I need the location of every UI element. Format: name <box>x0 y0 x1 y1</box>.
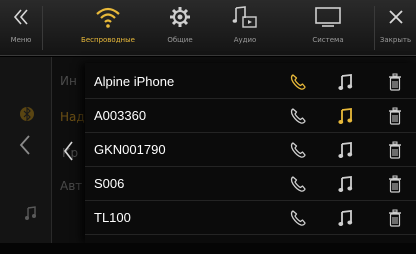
music-icon[interactable] <box>334 206 358 230</box>
tab-system[interactable]: Система <box>300 0 356 56</box>
phone-icon[interactable] <box>286 70 310 94</box>
monitor-icon <box>300 0 356 34</box>
close-icon <box>375 0 416 34</box>
menu-button[interactable]: Меню <box>0 0 42 56</box>
wireless-label: Беспроводные <box>81 36 135 44</box>
tab-audio[interactable]: Аудио <box>220 0 270 56</box>
music-icon[interactable] <box>334 138 358 162</box>
device-name: A003360 <box>94 108 147 123</box>
background-item: Ин <box>60 74 77 88</box>
general-label: Общие <box>167 36 193 44</box>
music-icon[interactable] <box>334 70 358 94</box>
music-screen-icon <box>220 0 270 34</box>
system-label: Система <box>312 36 344 44</box>
music-note-icon <box>25 205 37 224</box>
tab-wireless[interactable]: Беспроводные <box>72 0 144 56</box>
chevron-left-icon <box>63 141 73 161</box>
bottom-strip <box>0 243 416 254</box>
background-item: Над <box>60 110 85 124</box>
device-row[interactable]: Alpine iPhone <box>85 65 416 99</box>
close-button[interactable]: Закрыть <box>375 0 416 56</box>
device-name: Alpine iPhone <box>94 74 175 89</box>
close-label: Закрыть <box>379 36 412 44</box>
phone-icon[interactable] <box>286 172 310 196</box>
device-name: TL100 <box>94 210 131 225</box>
phone-icon[interactable] <box>286 206 310 230</box>
audio-label: Аудио <box>233 36 257 44</box>
trash-icon[interactable] <box>383 138 407 162</box>
phone-icon[interactable] <box>286 138 310 162</box>
gear-icon <box>155 0 205 34</box>
tab-general[interactable]: Общие <box>155 0 205 56</box>
back-button[interactable] <box>58 136 78 166</box>
bluetooth-icon <box>20 106 34 126</box>
music-icon[interactable] <box>334 172 358 196</box>
top-navigation-bar: Меню Беспроводные Общие Аудио Система За… <box>0 0 416 56</box>
double-chevron-left-icon <box>0 0 42 34</box>
device-name: S006 <box>94 176 125 191</box>
device-row[interactable]: S006 <box>85 167 416 201</box>
trash-icon[interactable] <box>383 104 407 128</box>
phone-icon[interactable] <box>286 104 310 128</box>
background-back-icon <box>18 134 32 160</box>
music-icon[interactable] <box>334 104 358 128</box>
device-row[interactable]: A003360 <box>85 99 416 133</box>
background-item: Авт <box>60 179 83 193</box>
device-row[interactable]: TL100 <box>85 201 416 235</box>
trash-icon[interactable] <box>383 172 407 196</box>
device-row[interactable]: GKN001790 <box>85 133 416 167</box>
trash-icon[interactable] <box>383 70 407 94</box>
divider <box>42 6 43 50</box>
wifi-icon <box>72 0 144 34</box>
device-name: GKN001790 <box>94 142 166 157</box>
menu-label: Меню <box>10 36 32 44</box>
trash-icon[interactable] <box>383 206 407 230</box>
